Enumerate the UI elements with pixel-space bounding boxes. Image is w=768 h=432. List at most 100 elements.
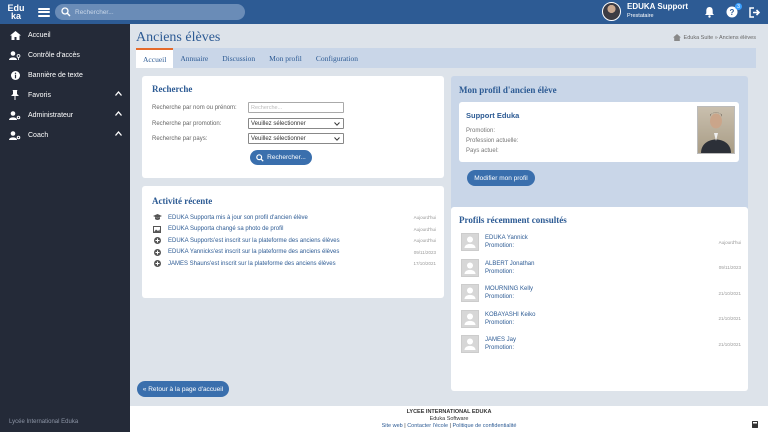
- recent-profile-name[interactable]: ALBERT Jonathan: [485, 260, 534, 268]
- activity-user-link[interactable]: EDUKA Support: [168, 226, 211, 232]
- recent-profile-promotion-label: Promotion:: [485, 294, 515, 300]
- sidebar-item-controle-acces[interactable]: Contrôle d'accès: [0, 45, 130, 65]
- user-placeholder-icon: [461, 258, 479, 277]
- back-home-button[interactable]: « Retour à la page d'accueil: [137, 381, 229, 397]
- country-select-value: Veuillez sélectionner: [251, 135, 306, 142]
- user-placeholder-icon: [461, 335, 479, 353]
- promotion-select[interactable]: Veuillez sélectionner: [248, 118, 344, 129]
- promotion-search-label: Recherche par promotion:: [152, 120, 222, 127]
- sidebar-item-banniere[interactable]: Bannière de texte: [0, 65, 130, 85]
- tab-mon-profil[interactable]: Mon profil: [262, 48, 309, 68]
- graduation-cap-icon: [152, 214, 162, 221]
- name-search-input[interactable]: Recherche...: [248, 102, 344, 113]
- activity-date: Aujourd'hui: [413, 215, 436, 220]
- chevron-up-icon: [115, 131, 122, 136]
- activity-user-link[interactable]: EDUKA Support: [168, 215, 211, 221]
- page-title: Anciens élèves: [136, 30, 221, 45]
- home-icon: [9, 30, 21, 40]
- website-link[interactable]: Site web: [382, 423, 403, 429]
- tab-discussion[interactable]: Discussion: [215, 48, 262, 68]
- activity-user-link[interactable]: EDUKA Yannick: [168, 249, 211, 255]
- user-key-icon: [9, 50, 21, 60]
- calculator-icon[interactable]: [752, 421, 758, 428]
- breadcrumb[interactable]: Eduka Suite » Anciens élèves: [672, 34, 756, 41]
- user-gear-icon: [9, 130, 21, 140]
- activity-panel: Activité récente EDUKA Support a mis à j…: [142, 186, 444, 298]
- main-content: Anciens élèves Eduka Suite » Anciens élè…: [130, 24, 768, 406]
- recent-profile-item[interactable]: MOURNING Kelly Promotion: 21/10/2021: [461, 282, 741, 304]
- user-menu[interactable]: EDUKA Support Prestataire: [602, 2, 688, 21]
- tab-configuration[interactable]: Configuration: [309, 48, 365, 68]
- activity-date: Aujourd'hui: [413, 226, 436, 232]
- recent-profile-promotion-label: Promotion:: [485, 268, 515, 275]
- bell-icon[interactable]: [702, 5, 716, 19]
- user-placeholder-icon: [461, 284, 479, 302]
- activity-user-link[interactable]: JAMES Shaun: [168, 261, 207, 267]
- user-placeholder-icon: [461, 233, 479, 251]
- search-panel: Recherche Recherche par nom ou prénom: R…: [142, 76, 444, 178]
- recent-profile-item[interactable]: JAMES Jay Promotion: 21/10/2021: [461, 333, 741, 355]
- tab-bar: Accueil Annuaire Discussion Mon profil C…: [136, 48, 756, 68]
- top-bar: Edu ka Rechercher... EDUKA Support Prest…: [0, 0, 768, 24]
- activity-item: EDUKA Support a mis à jour son profil d'…: [152, 212, 436, 223]
- recent-profile-name[interactable]: MOURNING Kelly: [485, 285, 533, 293]
- activity-item: JAMES Shaun s'est inscrit sur la platefo…: [152, 258, 436, 269]
- search-input[interactable]: Rechercher...: [55, 4, 245, 20]
- sidebar-item-accueil[interactable]: Accueil: [0, 25, 130, 45]
- tab-annuaire[interactable]: Annuaire: [173, 48, 215, 68]
- help-badge: 3: [735, 3, 742, 10]
- logo-bottom-text: ka: [10, 11, 21, 21]
- recent-profile-promotion-label: Promotion:: [485, 243, 515, 249]
- chevron-down-icon: [334, 136, 340, 141]
- eduka-logo[interactable]: Edu ka: [2, 0, 30, 24]
- activity-user-link[interactable]: EDUKA Support: [168, 238, 211, 244]
- recent-profiles-panel: Profils récemment consultés EDUKA Yannic…: [451, 207, 748, 391]
- activity-item: EDUKA Support s'est inscrit sur la plate…: [152, 235, 436, 246]
- activity-text: s'est inscrit sur la plateforme des anci…: [207, 260, 336, 267]
- profile-country-label: Pays actuel:: [466, 148, 499, 154]
- footer: LYCEE INTERNATIONAL EDUKA Eduka Software…: [130, 406, 768, 432]
- info-icon: [9, 70, 21, 80]
- search-icon: [256, 153, 264, 162]
- activity-date: 17/10/2021: [413, 261, 436, 266]
- user-role: Prestataire: [627, 13, 654, 19]
- activity-date: Aujourd'hui: [413, 238, 436, 243]
- sidebar-item-administrateur[interactable]: Administrateur: [0, 105, 130, 125]
- sidebar-item-label: Favoris: [28, 91, 51, 99]
- edit-profile-button[interactable]: Modifier mon profil: [467, 170, 535, 186]
- sidebar-item-label: Bannière de texte: [28, 71, 83, 79]
- recent-profile-name[interactable]: JAMES Jay: [485, 336, 516, 344]
- user-placeholder-icon: [461, 309, 479, 328]
- logout-icon[interactable]: [748, 5, 762, 19]
- chevron-down-icon: [334, 121, 340, 126]
- help-icon[interactable]: ? 3: [725, 3, 742, 19]
- search-button[interactable]: Rechercher...: [250, 150, 312, 165]
- search-icon: [61, 7, 71, 17]
- avatar: [602, 2, 621, 21]
- privacy-policy-link[interactable]: Politique de confidentialité: [453, 423, 517, 429]
- sidebar-item-coach[interactable]: Coach: [0, 125, 130, 145]
- recent-profile-name[interactable]: EDUKA Yannick: [485, 234, 528, 242]
- breadcrumb-text: Eduka Suite » Anciens élèves: [683, 34, 756, 41]
- sidebar-item-label: Contrôle d'accès: [28, 51, 80, 59]
- menu-icon[interactable]: [38, 7, 50, 17]
- country-select[interactable]: Veuillez sélectionner: [248, 133, 344, 144]
- activity-text: s'est inscrit sur la plateforme des anci…: [210, 249, 340, 255]
- activity-item: EDUKA Yannick s'est inscrit sur la plate…: [152, 247, 436, 258]
- user-gear-icon: [9, 110, 21, 120]
- tab-accueil[interactable]: Accueil: [136, 48, 174, 68]
- sidebar-item-label: Accueil: [28, 31, 51, 39]
- activity-panel-title: Activité récente: [152, 196, 213, 206]
- promotion-select-value: Veuillez sélectionner: [251, 120, 306, 127]
- recent-profile-item[interactable]: EDUKA Yannick Promotion: Aujourd'hui: [461, 231, 741, 253]
- plus-circle-icon: [152, 237, 162, 244]
- footer-school: LYCEE INTERNATIONAL EDUKA: [406, 409, 492, 415]
- profile-photo: [697, 106, 735, 154]
- sidebar-item-favoris[interactable]: Favoris: [0, 85, 130, 105]
- recent-profile-name[interactable]: KOBAYASHI Keiko: [485, 311, 535, 319]
- country-search-label: Recherche par pays:: [152, 135, 208, 142]
- recent-profile-item[interactable]: KOBAYASHI Keiko Promotion: 21/10/2021: [461, 308, 741, 330]
- recent-profile-item[interactable]: ALBERT Jonathan Promotion: 09/11/2023: [461, 257, 741, 279]
- contact-school-link[interactable]: Contacter l'école: [407, 423, 448, 429]
- profile-profession-label: Profession actuelle:: [466, 138, 519, 144]
